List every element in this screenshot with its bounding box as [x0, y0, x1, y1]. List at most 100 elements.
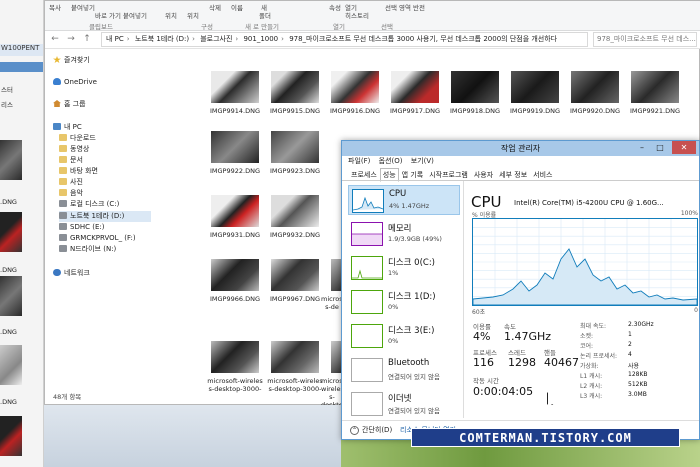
ribbon-new-folder[interactable]: 폴더 — [259, 10, 271, 20]
file-thumbnail[interactable] — [271, 341, 319, 373]
file-name[interactable]: IMGP9919.DNG — [504, 107, 566, 115]
close-icon[interactable]: ✕ — [672, 141, 696, 154]
file-name[interactable]: IMGP9923.DNG — [264, 167, 326, 175]
spec-label: 소켓: — [580, 333, 594, 340]
ribbon-copy-to[interactable]: 위치 — [187, 10, 199, 20]
nav-item-favorites[interactable]: 즐겨찾기 — [53, 55, 90, 66]
folder-icon — [59, 134, 67, 141]
nav-item-documents[interactable]: 문서 — [59, 155, 83, 166]
file-thumbnail[interactable] — [571, 71, 619, 103]
homegroup-icon — [53, 100, 61, 107]
graph-max-label: 100% — [680, 210, 698, 217]
fewer-details-button[interactable]: ⌃ 간단히(D) — [350, 421, 392, 440]
breadcrumb-item[interactable]: 내 PC — [106, 35, 124, 43]
file-thumbnail[interactable] — [211, 131, 259, 163]
file-name[interactable]: microsoft-wireles s-desktop-3000- — [204, 377, 266, 393]
nav-item-drive-n[interactable]: N드라이브 (N:) — [59, 244, 116, 255]
resource-item-disk-0[interactable]: 디스크 0(C:) 1% — [348, 253, 460, 283]
resource-item-cpu[interactable]: CPU 4% 1.47GHz — [348, 185, 460, 215]
ribbon-properties[interactable]: 속성 — [329, 2, 341, 12]
nav-item-network[interactable]: 네트워크 — [53, 268, 90, 279]
drive-icon — [59, 245, 67, 252]
ribbon-move-to[interactable]: 위치 — [165, 10, 177, 20]
menu-file[interactable]: 파일(F) — [348, 157, 370, 165]
breadcrumb[interactable]: 내 PC › 노트북 1테라 (D:) › 블로그사진 › 901_1000 › 978… — [101, 32, 588, 47]
nav-item-pictures[interactable]: 사진 — [59, 177, 83, 188]
resource-item-ethernet[interactable]: 이더넷 연결되어 있지 않음 — [348, 389, 460, 419]
file-name[interactable]: IMGP9967.DNG — [264, 295, 326, 303]
file-thumbnail[interactable] — [211, 341, 259, 373]
file-thumbnail[interactable] — [211, 259, 259, 291]
file-name[interactable]: IMGP9918.DNG — [444, 107, 506, 115]
nav-item-drive-f[interactable]: GRMCKPRVOL_ (F:) — [59, 233, 136, 244]
nav-item-onedrive[interactable]: OneDrive — [53, 77, 97, 88]
ribbon-group-open: 열기 — [333, 23, 345, 31]
maximize-icon[interactable]: □ — [652, 141, 668, 154]
minimize-icon[interactable]: – — [634, 141, 650, 154]
file-thumbnail[interactable] — [331, 259, 341, 291]
file-thumbnail[interactable] — [211, 71, 259, 103]
ribbon-paste-shortcut[interactable]: 바로 가기 붙여넣기 — [95, 10, 147, 20]
background-thumbnail[interactable] — [0, 276, 22, 316]
breadcrumb-item[interactable]: 901_1000 — [243, 35, 278, 43]
ribbon-delete[interactable]: 삭제 — [209, 2, 221, 12]
file-name[interactable]: IMGP9914.DNG — [204, 107, 266, 115]
ribbon-rename[interactable]: 이름 — [231, 2, 243, 12]
menu-options[interactable]: 옵션(O) — [379, 157, 403, 165]
file-name[interactable]: IMGP9920.DNG — [564, 107, 626, 115]
nav-item-drive-e[interactable]: SDHC (E:) — [59, 222, 104, 233]
network-icon — [53, 269, 61, 276]
file-name[interactable]: IMGP9921.DNG — [624, 107, 686, 115]
resource-item-bluetooth[interactable]: Bluetooth 연결되어 있지 않음 — [348, 355, 460, 385]
back-arrow-icon[interactable]: ← — [49, 33, 61, 45]
file-thumbnail[interactable] — [331, 71, 379, 103]
nav-item-drive-c[interactable]: 로컬 디스크 (C:) — [59, 199, 119, 210]
nav-item-homegroup[interactable]: 홈 그룹 — [53, 99, 86, 110]
folder-icon — [59, 167, 67, 174]
ribbon-open[interactable]: 열기 — [345, 2, 357, 12]
resource-item-disk-3[interactable]: 디스크 3(E:) 0% — [348, 321, 460, 351]
up-arrow-icon[interactable]: ↑ — [81, 33, 93, 45]
forward-arrow-icon[interactable]: → — [65, 33, 77, 45]
file-name[interactable]: IMGP9916.DNG — [324, 107, 386, 115]
file-name[interactable]: microsoft-wireless-de — [321, 295, 343, 311]
resource-item-memory[interactable]: 메모리 1.9/3.9GB (49%) — [348, 219, 460, 249]
file-thumbnail[interactable] — [271, 71, 319, 103]
breadcrumb-item[interactable]: 노트북 1테라 (D:) — [135, 35, 189, 43]
file-thumbnail[interactable] — [271, 131, 319, 163]
background-thumbnail[interactable] — [0, 416, 22, 456]
background-thumbnail[interactable] — [0, 212, 22, 252]
file-thumbnail[interactable] — [211, 195, 259, 227]
nav-item-desktop[interactable]: 바탕 화면 — [59, 166, 98, 177]
file-name[interactable]: IMGP9966.DNG — [204, 295, 266, 303]
file-thumbnail[interactable] — [271, 259, 319, 291]
background-thumbnail[interactable] — [0, 140, 22, 180]
file-thumbnail[interactable] — [631, 71, 679, 103]
ribbon-paste[interactable]: 붙여넣기 — [71, 2, 95, 12]
file-thumbnail[interactable] — [271, 195, 319, 227]
file-name[interactable]: IMGP9917.DNG — [384, 107, 446, 115]
file-thumbnail[interactable] — [511, 71, 559, 103]
ribbon-invert-selection[interactable]: 선택 영역 반전 — [385, 2, 425, 12]
nav-item-downloads[interactable]: 다운로드 — [59, 133, 96, 144]
nav-item-this-pc[interactable]: 내 PC — [53, 122, 82, 133]
file-name[interactable]: microsoft-wireles s-desktop-3000- — [264, 377, 326, 393]
ribbon-copy[interactable]: 복사 — [49, 2, 61, 12]
nav-item-drive-d[interactable]: 노트북 1테라 (D:) — [59, 211, 151, 222]
file-name[interactable]: IMGP9931.DNG — [204, 231, 266, 239]
nav-item-videos[interactable]: 동영상 — [59, 144, 89, 155]
file-thumbnail[interactable] — [331, 341, 341, 373]
file-name[interactable]: IMGP9922.DNG — [204, 167, 266, 175]
speed-value: 1.47GHz — [504, 330, 552, 343]
breadcrumb-item[interactable]: 978_마이크로소프트 무선 데스크톱 3000 사용기, 무선 데스크톱 20… — [289, 35, 557, 43]
background-thumbnail[interactable] — [0, 345, 22, 385]
file-thumbnail[interactable] — [451, 71, 499, 103]
file-name[interactable]: IMGP9932.DNG — [264, 231, 326, 239]
breadcrumb-item[interactable]: 블로그사진 — [200, 35, 232, 43]
resource-item-disk-1[interactable]: 디스크 1(D:) 0% — [348, 287, 460, 317]
menu-view[interactable]: 보기(V) — [411, 157, 434, 165]
file-thumbnail[interactable] — [391, 71, 439, 103]
file-name[interactable]: IMGP9915.DNG — [264, 107, 326, 115]
search-input[interactable]: 978_마이크로소프트 무선 데스... — [593, 32, 697, 47]
nav-item-music[interactable]: 음악 — [59, 188, 83, 199]
